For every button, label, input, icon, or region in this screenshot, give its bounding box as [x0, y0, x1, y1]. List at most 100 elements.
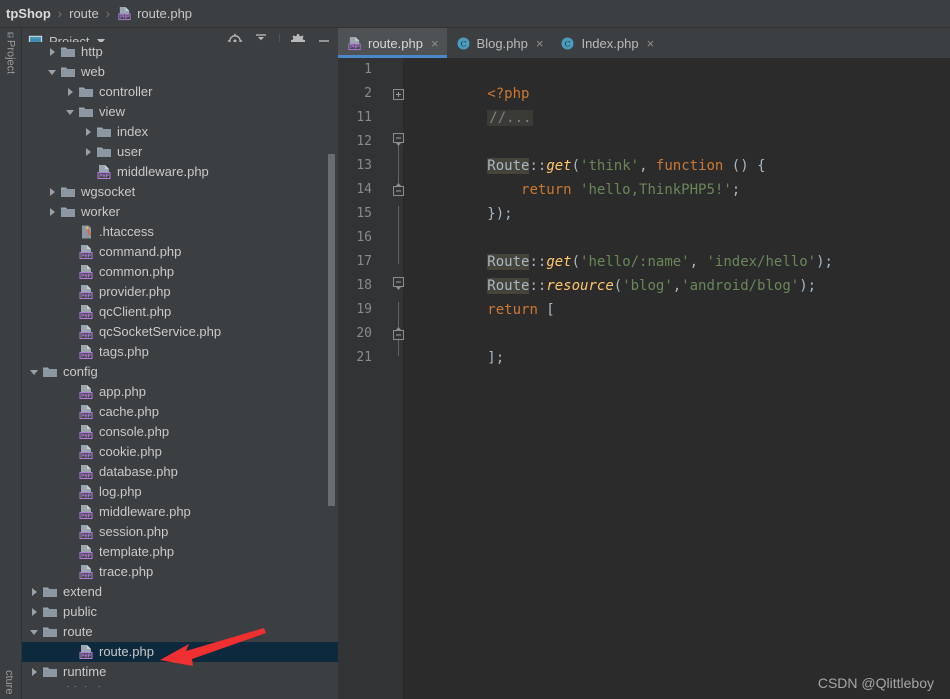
phpstorm-window: tpShop › route › PHP route.php Project c…: [0, 0, 950, 699]
chevron-right-icon[interactable]: [30, 607, 39, 617]
chevron-right-icon[interactable]: [48, 187, 57, 197]
tree-item-label: worker: [81, 204, 121, 219]
chevron-right-icon[interactable]: [48, 207, 57, 217]
tree-file-row[interactable]: PHP cache.php: [22, 402, 338, 422]
code-lines: <?php //... Route::get('think', function…: [403, 58, 950, 699]
svg-text:PHP: PHP: [81, 413, 91, 419]
tree-file-row[interactable]: PHP database.php: [22, 462, 338, 482]
project-file-tree[interactable]: http web controller view index user PHP middlew…: [22, 42, 338, 687]
tree-file-row[interactable]: PHP log.php: [22, 482, 338, 502]
php-file-icon: PHP: [79, 285, 93, 299]
close-icon[interactable]: ×: [431, 37, 439, 50]
tree-item-label: controller: [99, 84, 153, 99]
breadcrumb-folder[interactable]: route: [69, 6, 99, 21]
array-open-bracket: [: [537, 302, 555, 318]
editor-tab-blog-php[interactable]: C Blog.php ×: [447, 28, 552, 58]
tree-item-label: public: [63, 604, 97, 619]
gutter-line-number: 19: [356, 302, 372, 317]
chevron-right-icon[interactable]: [84, 147, 93, 157]
tree-file-row[interactable]: PHP cookie.php: [22, 442, 338, 462]
editor-tab-route-php[interactable]: PHP route.php ×: [338, 28, 447, 58]
svg-text:PHP: PHP: [81, 313, 91, 319]
tree-folder-row[interactable]: wgsocket: [22, 182, 338, 202]
tree-file-row[interactable]: PHP console.php: [22, 422, 338, 442]
svg-text:PHP: PHP: [81, 553, 91, 559]
php-file-icon: PHP: [118, 6, 131, 20]
tree-folder-row[interactable]: user: [22, 142, 338, 162]
code-line-14: });: [403, 178, 512, 222]
php-file-icon: PHP: [97, 165, 111, 179]
structure-stripe-button[interactable]: cture: [3, 670, 15, 697]
tree-file-row[interactable]: PHP common.php: [22, 262, 338, 282]
editor-tab-index-php[interactable]: C Index.php ×: [551, 28, 662, 58]
project-tree-scrollbar[interactable]: [328, 154, 335, 506]
left-tool-stripe: Project cture: [0, 28, 22, 699]
tree-folder-row[interactable]: http: [22, 42, 338, 62]
tree-file-row[interactable]: PHP tags.php: [22, 342, 338, 362]
gutter-line-number: 11: [356, 110, 372, 125]
tree-item-label: index: [117, 124, 149, 139]
chevron-down-icon[interactable]: [48, 68, 57, 77]
tree-folder-row[interactable]: public: [22, 602, 338, 622]
string-literal: 'blog': [622, 278, 673, 294]
tree-item-label: runtime: [63, 664, 107, 679]
project-stripe-button[interactable]: Project: [2, 32, 19, 74]
chevron-right-icon[interactable]: [48, 47, 57, 57]
svg-text:PHP: PHP: [81, 253, 91, 259]
tree-file-row[interactable]: PHP template.php: [22, 542, 338, 562]
chevron-right-icon[interactable]: [84, 127, 93, 137]
tree-file-row[interactable]: PHP provider.php: [22, 282, 338, 302]
tree-file-row[interactable]: PHP qcSocketService.php: [22, 322, 338, 342]
svg-text:PHP: PHP: [81, 433, 91, 439]
tree-folder-row[interactable]: thinkphp: [22, 682, 338, 687]
tree-file-row[interactable]: PHP middleware.php: [22, 162, 338, 182]
editor-gutter[interactable]: 1 2 11 12 13 14 15 16 17 18 19 20 21: [338, 58, 394, 699]
project-tool-window: Project http web controller view index u…: [22, 28, 338, 699]
tree-item-label: trace.php: [99, 564, 154, 579]
close-icon[interactable]: ×: [647, 37, 655, 50]
svg-text:PHP: PHP: [81, 393, 91, 399]
tree-folder-row[interactable]: extend: [22, 582, 338, 602]
folded-comment-placeholder[interactable]: //...: [487, 110, 534, 126]
chevron-down-icon[interactable]: [30, 628, 39, 637]
breadcrumb-bar: tpShop › route › PHP route.php: [0, 0, 950, 28]
tree-file-row[interactable]: PHP app.php: [22, 382, 338, 402]
tree-file-row[interactable]: .htaccess: [22, 222, 338, 242]
code-line-2: //...: [403, 82, 534, 126]
tree-folder-row[interactable]: controller: [22, 82, 338, 102]
chevron-right-icon[interactable]: [30, 667, 39, 677]
tree-item-label: tags.php: [99, 344, 149, 359]
tree-file-row[interactable]: PHP trace.php: [22, 562, 338, 582]
gutter-line-number: 12: [356, 134, 372, 149]
code-editor[interactable]: 1 2 11 12 13 14 15 16 17 18 19 20 21 <?p…: [338, 58, 950, 699]
array-close: ];: [487, 350, 505, 366]
annotation-arrow-tree: [160, 628, 266, 666]
tree-item-label: cache.php: [99, 404, 159, 419]
tree-folder-row[interactable]: web: [22, 62, 338, 82]
folder-icon: [43, 587, 57, 597]
tree-file-row[interactable]: PHP middleware.php: [22, 502, 338, 522]
tree-folder-row[interactable]: config: [22, 362, 338, 382]
chevron-right-icon[interactable]: [30, 587, 39, 597]
breadcrumb-file[interactable]: route.php: [137, 6, 192, 21]
folder-icon: [61, 207, 75, 217]
svg-text:PHP: PHP: [81, 473, 91, 479]
chevron-right-icon[interactable]: [66, 87, 75, 97]
gutter-line-number: 21: [356, 350, 372, 365]
folder-icon: [97, 147, 111, 157]
php-file-icon: PHP: [79, 565, 93, 579]
close-icon[interactable]: ×: [536, 37, 544, 50]
tree-folder-row[interactable]: index: [22, 122, 338, 142]
tree-file-row[interactable]: PHP qcClient.php: [22, 302, 338, 322]
folder-icon: [43, 667, 57, 677]
structure-stripe-label: cture: [3, 669, 15, 694]
breadcrumb-project[interactable]: tpShop: [6, 6, 51, 21]
tree-file-row[interactable]: PHP session.php: [22, 522, 338, 542]
code-line-12: Route::get('think', function () {: [403, 130, 766, 174]
chevron-down-icon[interactable]: [66, 108, 75, 117]
tree-folder-row[interactable]: worker: [22, 202, 338, 222]
folder-icon: [43, 367, 57, 377]
tree-file-row[interactable]: PHP command.php: [22, 242, 338, 262]
tree-folder-row[interactable]: view: [22, 102, 338, 122]
chevron-down-icon[interactable]: [30, 368, 39, 377]
